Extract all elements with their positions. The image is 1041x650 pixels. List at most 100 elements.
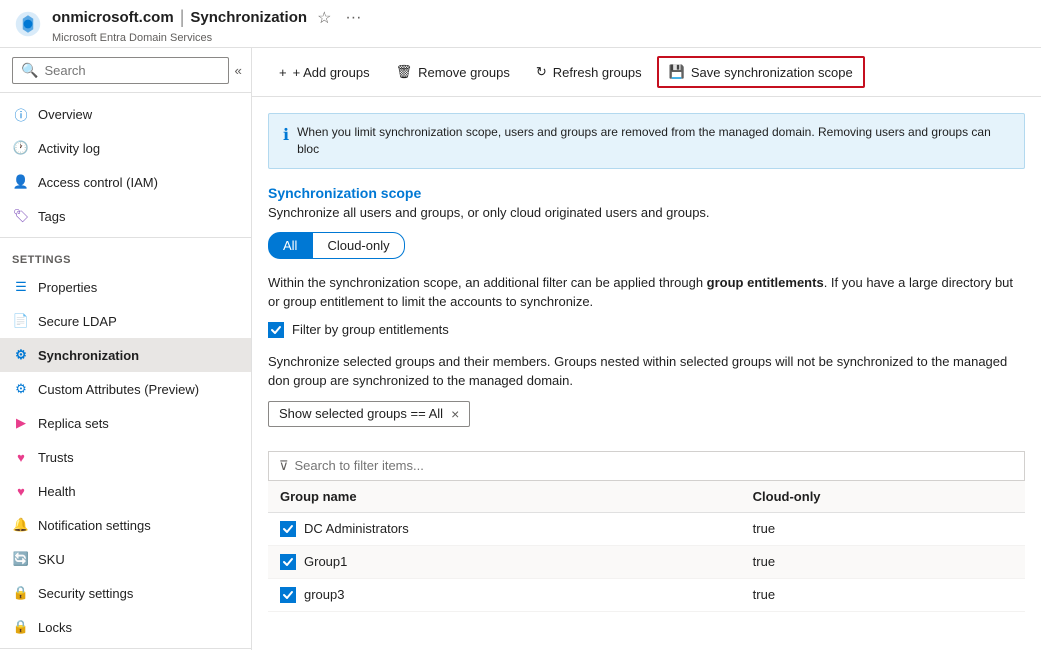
add-groups-button[interactable]: + + Add groups [268,58,381,87]
secure-ldap-icon: 📄 [12,312,30,330]
filter-input[interactable] [295,458,1014,473]
cloud-only-cell: true [741,578,1025,611]
custom-attributes-icon: ⚙ [12,380,30,398]
filter-checkbox[interactable] [268,322,284,338]
filter-tag-close[interactable]: × [451,406,459,422]
settings-section-label: Settings [0,242,251,270]
group-name: group3 [304,587,344,602]
sidebar-item-label: Synchronization [38,348,139,363]
sidebar-item-tags[interactable]: 🏷 Tags [0,199,251,233]
row-checkbox[interactable] [280,521,296,537]
security-settings-icon: 🔒 [12,584,30,602]
header-divider: | [180,7,185,28]
sidebar-item-access-control[interactable]: 👤 Access control (IAM) [0,165,251,199]
more-button[interactable]: ··· [341,5,365,31]
access-control-icon: 👤 [12,173,30,191]
overview-icon: ⓘ [12,105,30,123]
search-icon: 🔍 [21,62,38,79]
filter-tag-area: Show selected groups == All × [268,401,1025,439]
group-name-cell: Group1 [268,545,741,578]
sidebar-item-custom-attributes[interactable]: ⚙ Custom Attributes (Preview) [0,372,251,406]
sidebar-item-secure-ldap[interactable]: 📄 Secure LDAP [0,304,251,338]
sidebar: 🔍 « ⓘ Overview 🕐 Activity log 👤 Access c… [0,48,252,650]
sidebar-item-overview[interactable]: ⓘ Overview [0,97,251,131]
scope-toggle-group: All Cloud-only [268,232,1025,259]
toolbar: + + Add groups 🗑 Remove groups ↻ Refresh… [252,48,1041,97]
row-checkbox[interactable] [280,554,296,570]
sidebar-item-label: Tags [38,209,65,224]
table-row: Group1 true [268,545,1025,578]
refresh-groups-label: Refresh groups [553,65,642,80]
info-icon: ℹ [283,125,289,147]
search-input[interactable] [44,63,220,78]
sidebar-item-activity-log[interactable]: 🕐 Activity log [0,131,251,165]
sidebar-item-label: Notification settings [38,518,151,533]
refresh-groups-button[interactable]: ↻ Refresh groups [525,57,653,87]
header: onmicrosoft.com | Synchronization ☆ ··· … [0,0,1041,48]
save-scope-button[interactable]: 💾 Save synchronization scope [657,56,865,88]
add-icon: + [279,65,287,80]
nav-divider-1 [0,237,251,238]
filter-icon: ⊽ [279,458,289,474]
cloud-only-cell: true [741,512,1025,545]
group-name-cell: DC Administrators [268,512,741,545]
synchronization-icon: ⚙ [12,346,30,364]
replica-sets-icon: ▶ [12,414,30,432]
activity-log-icon: 🕐 [12,139,30,157]
sidebar-nav: ⓘ Overview 🕐 Activity log 👤 Access contr… [0,93,251,650]
nav-divider-2 [0,648,251,649]
sidebar-item-label: Access control (IAM) [38,175,158,190]
notification-icon: 🔔 [12,516,30,534]
star-button[interactable]: ☆ [313,4,335,32]
sidebar-item-trusts[interactable]: ♥ Trusts [0,440,251,474]
sidebar-item-health[interactable]: ♥ Health [0,474,251,508]
table-row: group3 true [268,578,1025,611]
sidebar-item-locks[interactable]: 🔒 Locks [0,610,251,644]
col-group-name: Group name [268,481,741,513]
remove-groups-button[interactable]: 🗑 Remove groups [385,57,521,87]
sku-icon: 🔄 [12,550,30,568]
right-panel: + + Add groups 🗑 Remove groups ↻ Refresh… [252,48,1041,650]
group-name: DC Administrators [304,521,409,536]
group-name-cell: group3 [268,578,741,611]
remove-groups-label: Remove groups [418,65,510,80]
app-logo [12,8,44,40]
sidebar-item-label: Replica sets [38,416,109,431]
page-title: Synchronization [190,9,307,26]
properties-icon: ☰ [12,278,30,296]
sidebar-item-label: Activity log [38,141,100,156]
remove-icon: 🗑 [396,64,413,80]
search-box[interactable]: 🔍 [12,57,229,84]
filter-tag: Show selected groups == All × [268,401,470,427]
info-banner: ℹ When you limit synchronization scope, … [268,113,1025,169]
sidebar-item-properties[interactable]: ☰ Properties [0,270,251,304]
sidebar-item-synchronization[interactable]: ⚙ Synchronization [0,338,251,372]
search-filter-bar[interactable]: ⊽ [268,451,1025,481]
scope-title: Synchronization scope [268,185,1025,201]
sidebar-item-label: SKU [38,552,65,567]
save-icon: 💾 [669,64,685,80]
save-scope-label: Save synchronization scope [691,65,853,80]
filter-checkbox-row[interactable]: Filter by group entitlements [268,322,1025,338]
locks-icon: 🔒 [12,618,30,636]
sidebar-item-security-settings[interactable]: 🔒 Security settings [0,576,251,610]
toggle-cloud-button[interactable]: Cloud-only [312,232,404,259]
toggle-all-button[interactable]: All [268,232,312,259]
body-text-2: Synchronize selected groups and their me… [268,352,1025,391]
sidebar-item-sku[interactable]: 🔄 SKU [0,542,251,576]
table-row: DC Administrators true [268,512,1025,545]
add-groups-label: + Add groups [293,65,370,80]
header-title-area: onmicrosoft.com | Synchronization ☆ ··· … [52,4,365,44]
filter-checkbox-label: Filter by group entitlements [292,322,449,337]
row-checkbox[interactable] [280,587,296,603]
collapse-button[interactable]: « [233,56,243,84]
sidebar-item-label: Trusts [38,450,74,465]
trusts-icon: ♥ [12,448,30,466]
header-subtitle: Microsoft Entra Domain Services [52,32,365,44]
sidebar-item-label: Overview [38,107,92,122]
cloud-only-cell: true [741,545,1025,578]
sidebar-item-replica-sets[interactable]: ▶ Replica sets [0,406,251,440]
refresh-icon: ↻ [536,64,547,80]
sidebar-item-notification-settings[interactable]: 🔔 Notification settings [0,508,251,542]
scope-section: Synchronization scope Synchronize all us… [268,185,1025,612]
